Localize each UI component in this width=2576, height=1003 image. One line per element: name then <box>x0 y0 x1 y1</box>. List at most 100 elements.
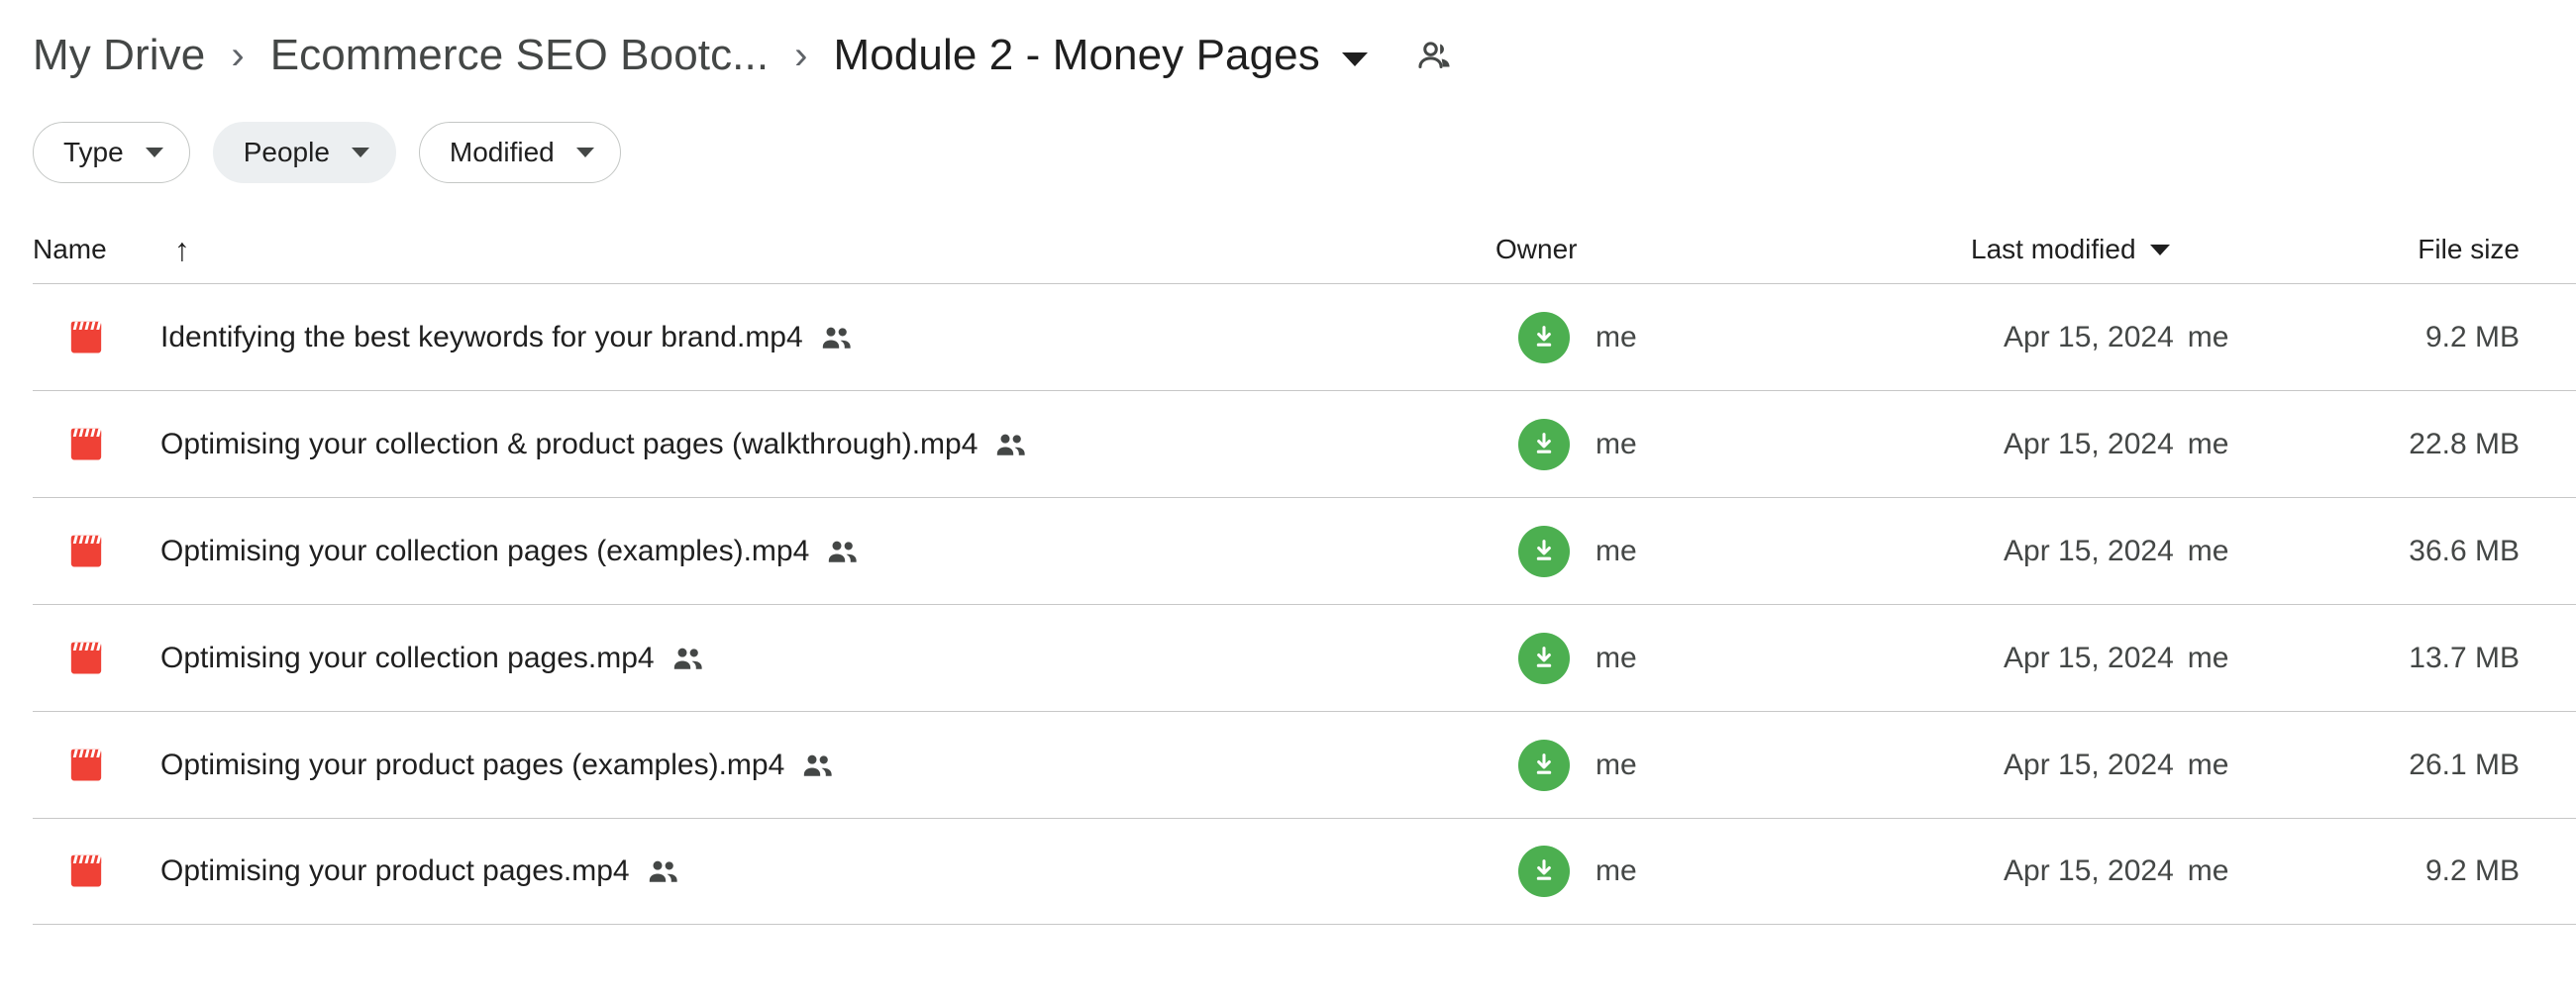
file-name-label: Optimising your product pages.mp4 <box>160 854 630 887</box>
video-file-icon <box>67 427 105 462</box>
last-modified-cell: Apr 15, 2024 me <box>2004 749 2228 782</box>
owner-cell: me <box>1518 311 1637 363</box>
chevron-down-icon <box>145 148 163 157</box>
owner-name: me <box>1596 641 1637 674</box>
file-name-label: Identifying the best keywords for your b… <box>160 320 803 353</box>
people-icon <box>649 859 678 883</box>
column-header-last-modified[interactable]: Last modified <box>1971 234 2170 265</box>
last-modified-date: Apr 15, 2024 <box>2004 641 2174 674</box>
filter-chip-modified[interactable]: Modified <box>418 122 621 183</box>
avatar <box>1518 739 1570 791</box>
filter-chip-people[interactable]: People <box>212 122 396 183</box>
breadcrumb-separator: › <box>231 34 245 77</box>
column-header-name-label: Name <box>33 234 107 264</box>
last-modified-cell: Apr 15, 2024 me <box>2004 854 2228 888</box>
avatar <box>1518 846 1570 897</box>
owner-name: me <box>1596 748 1637 781</box>
last-modified-cell: Apr 15, 2024 me <box>2004 428 2228 461</box>
file-name[interactable]: Optimising your product pages (examples)… <box>160 749 833 782</box>
chevron-down-icon <box>2149 244 2170 255</box>
people-icon <box>803 753 833 777</box>
owner-cell: me <box>1518 739 1637 791</box>
table-row[interactable]: Optimising your collection pages.mp4 me <box>33 604 2576 711</box>
video-file-icon <box>67 534 105 569</box>
table-row[interactable]: Optimising your collection pages (exampl… <box>33 497 2576 604</box>
video-file-icon <box>67 320 105 355</box>
owner-name: me <box>1596 534 1637 567</box>
breadcrumb-item-my-drive[interactable]: My Drive <box>33 31 205 80</box>
file-name[interactable]: Optimising your product pages.mp4 <box>160 854 678 888</box>
column-header-owner[interactable]: Owner <box>1495 234 1577 265</box>
owner-name: me <box>1596 320 1637 353</box>
avatar <box>1518 632 1570 684</box>
file-name[interactable]: Optimising your collection & product pag… <box>160 428 1026 461</box>
last-modified-by: me <box>2187 320 2229 353</box>
file-size-cell: 9.2 MB <box>2424 320 2520 353</box>
column-header-owner-label: Owner <box>1495 234 1578 264</box>
column-header-name[interactable]: Name ↑ <box>33 234 190 265</box>
file-name-label: Optimising your collection pages (exampl… <box>160 534 810 567</box>
breadcrumb-item-ecommerce-seo-bootcamp[interactable]: Ecommerce SEO Bootc... <box>270 31 769 80</box>
table-row[interactable]: Optimising your collection & product pag… <box>33 390 2576 497</box>
file-name-label: Optimising your collection pages.mp4 <box>160 641 655 674</box>
file-name-label: Optimising your product pages (examples)… <box>160 748 785 781</box>
people-icon <box>996 433 1026 456</box>
file-size-cell: 9.2 MB <box>2424 854 2520 887</box>
arrow-up-icon: ↑ <box>173 232 190 267</box>
last-modified-date: Apr 15, 2024 <box>2004 534 2174 567</box>
filter-chip-type[interactable]: Type <box>33 122 190 183</box>
table-row[interactable]: Identifying the best keywords for your b… <box>33 283 2576 390</box>
avatar <box>1518 311 1570 363</box>
last-modified-date: Apr 15, 2024 <box>2004 320 2174 353</box>
file-size-cell: 36.6 MB <box>2409 534 2520 567</box>
file-name[interactable]: Optimising your collection pages.mp4 <box>160 642 703 675</box>
file-list: Identifying the best keywords for your b… <box>0 283 2576 925</box>
owner-cell: me <box>1518 525 1637 577</box>
people-icon <box>673 647 703 670</box>
last-modified-by: me <box>2187 641 2229 674</box>
breadcrumb: My Drive › Ecommerce SEO Bootc... › Modu… <box>0 0 2576 111</box>
video-file-icon <box>67 748 105 783</box>
column-header-row: Name ↑ Owner Last modified File size <box>0 216 2576 283</box>
avatar <box>1518 525 1570 577</box>
column-header-last-modified-label: Last modified <box>1971 234 2136 264</box>
owner-cell: me <box>1518 846 1637 897</box>
video-file-icon <box>67 641 105 676</box>
last-modified-date: Apr 15, 2024 <box>2004 854 2174 887</box>
table-row[interactable]: Optimising your product pages.mp4 me Apr… <box>33 818 2576 925</box>
column-header-file-size-label: File size <box>2418 234 2520 264</box>
file-size-cell: 26.1 MB <box>2409 748 2520 781</box>
last-modified-cell: Apr 15, 2024 me <box>2004 535 2228 568</box>
last-modified-cell: Apr 15, 2024 me <box>2004 642 2228 675</box>
chevron-down-icon <box>575 148 594 157</box>
last-modified-by: me <box>2187 534 2229 567</box>
filter-chip-type-label: Type <box>63 137 124 167</box>
owner-cell: me <box>1518 632 1637 684</box>
avatar <box>1518 418 1570 470</box>
chevron-down-icon <box>351 148 369 157</box>
breadcrumb-item-module-2-money-pages[interactable]: Module 2 - Money Pages <box>834 31 1320 80</box>
owner-name: me <box>1596 427 1637 460</box>
file-name-label: Optimising your collection & product pag… <box>160 427 979 460</box>
file-size-cell: 22.8 MB <box>2409 427 2520 460</box>
file-size-cell: 13.7 MB <box>2409 641 2520 674</box>
filter-chip-people-label: People <box>243 137 330 167</box>
owner-name: me <box>1596 854 1637 887</box>
filter-chip-row: Type People Modified <box>0 117 2576 188</box>
chevron-down-icon[interactable] <box>1341 52 1368 66</box>
last-modified-date: Apr 15, 2024 <box>2004 427 2174 460</box>
people-shared-icon[interactable] <box>1415 40 1455 71</box>
people-icon <box>822 326 852 350</box>
file-name[interactable]: Optimising your collection pages (exampl… <box>160 535 858 568</box>
last-modified-by: me <box>2187 427 2229 460</box>
video-file-icon <box>67 853 105 889</box>
people-icon <box>828 540 858 563</box>
file-name[interactable]: Identifying the best keywords for your b… <box>160 321 852 354</box>
table-row[interactable]: Optimising your product pages (examples)… <box>33 711 2576 818</box>
last-modified-by: me <box>2187 854 2229 887</box>
breadcrumb-separator: › <box>794 34 808 77</box>
last-modified-date: Apr 15, 2024 <box>2004 748 2174 781</box>
last-modified-by: me <box>2187 748 2229 781</box>
last-modified-cell: Apr 15, 2024 me <box>2004 321 2228 354</box>
owner-cell: me <box>1518 418 1637 470</box>
